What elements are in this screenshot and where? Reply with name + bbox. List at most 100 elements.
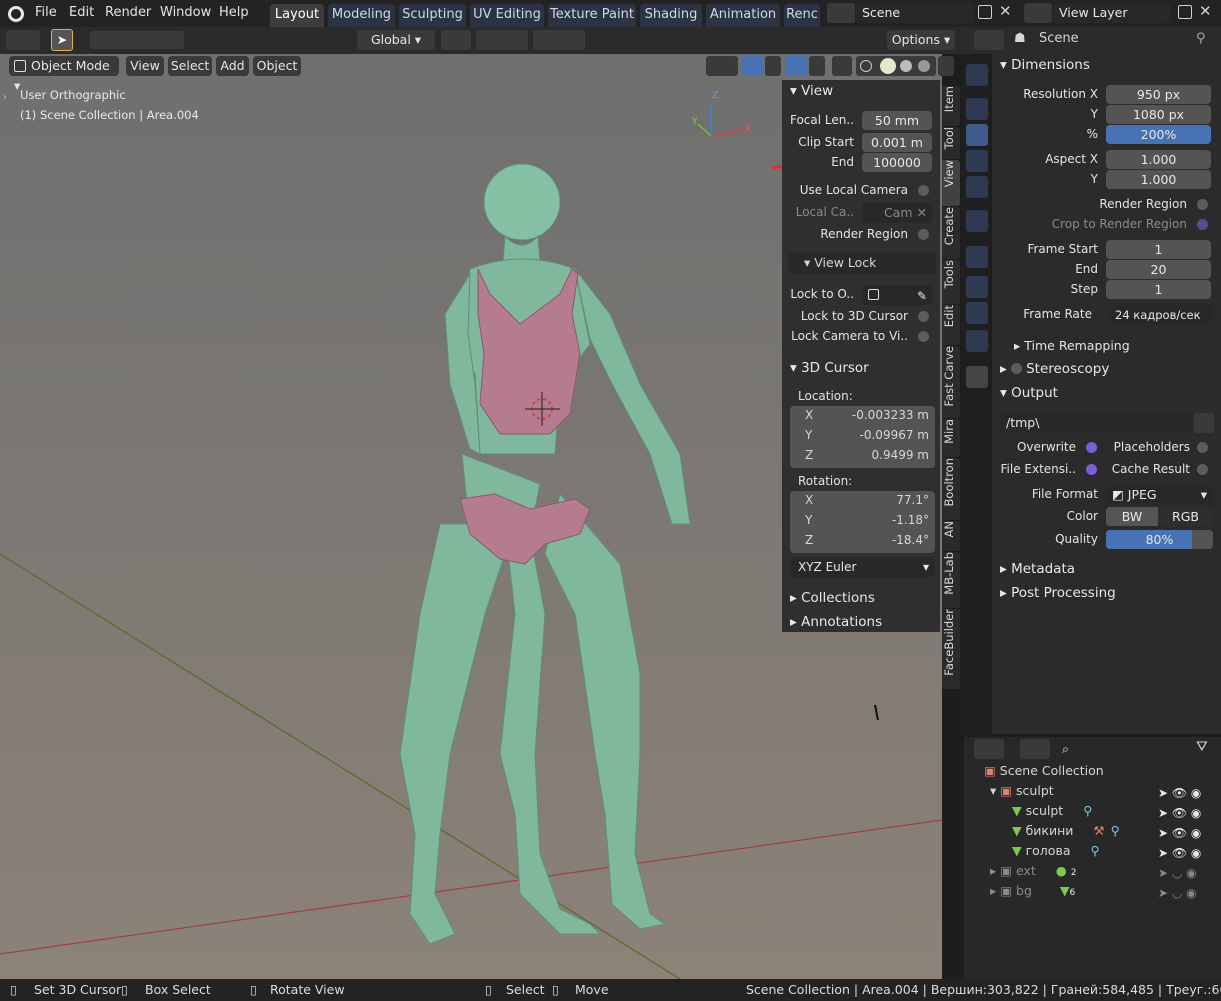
view-layer-icon[interactable] (1024, 3, 1052, 23)
filter-icon[interactable]: ⛛ (1196, 739, 1208, 755)
scene-name-field[interactable]: Scene (856, 3, 974, 23)
metadata-header[interactable]: ▸ Metadata (1000, 558, 1075, 580)
aspect-y-field[interactable]: 1.000 (1106, 170, 1211, 189)
tool-tab-icon[interactable] (966, 64, 988, 86)
color-rgb-button[interactable]: RGB (1158, 507, 1213, 526)
tab-create[interactable]: Create (942, 207, 960, 259)
menu-help[interactable]: Help (219, 0, 249, 27)
lock-to-object-field[interactable]: ✎ (862, 285, 932, 305)
xray-icon[interactable] (832, 56, 852, 76)
stereoscopy-toggle[interactable] (1011, 363, 1023, 374)
tab-booltron[interactable]: Booltron (942, 458, 960, 520)
tab-view[interactable]: View (942, 160, 960, 206)
outliner-root[interactable]: ▣ Scene Collection (984, 761, 1104, 781)
overwrite-toggle[interactable] (1086, 442, 1097, 453)
time-remapping-header[interactable]: ▸ Time Remapping (1014, 338, 1130, 353)
frame-step-field[interactable]: 1 (1106, 280, 1211, 299)
scene-tab-icon[interactable] (966, 176, 988, 198)
pivot-icon[interactable] (441, 30, 471, 50)
local-camera-field[interactable]: Cam ✕ (862, 203, 932, 223)
view-layer-tab-icon[interactable] (966, 150, 988, 172)
menu-window[interactable]: Window (160, 0, 211, 27)
scene-selector-icon[interactable] (827, 3, 855, 23)
close-icon[interactable]: ✕ (999, 2, 1012, 20)
overlay-dropdown-icon[interactable] (809, 56, 825, 76)
overlay-toggle-icon[interactable] (786, 56, 808, 76)
use-local-camera-toggle[interactable] (918, 185, 929, 196)
outliner-row-sculpt-mesh[interactable]: ▼ sculpt ⚲ (1012, 801, 1092, 821)
menu-object[interactable]: Object (253, 56, 301, 76)
menu-add[interactable]: Add (216, 56, 249, 76)
properties-editor-icon[interactable] (974, 30, 1004, 50)
res-pct-field[interactable]: 200% (1106, 125, 1211, 144)
output-header[interactable]: ▾ Output (1000, 382, 1058, 404)
output-tab-icon[interactable] (966, 124, 988, 146)
visibility-icon[interactable] (706, 56, 738, 76)
toolbar-expand-icon[interactable]: › (3, 92, 15, 106)
rot-z-value[interactable]: -18.4° (892, 533, 929, 547)
outliner-row-head[interactable]: ▼ голова ⚲ (1012, 841, 1100, 861)
tab-texture-paint[interactable]: Texture Paint (548, 4, 636, 27)
new-view-layer-icon[interactable] (1178, 5, 1192, 19)
rot-y-value[interactable]: -1.18° (892, 513, 929, 527)
object-tab-icon[interactable] (966, 246, 988, 268)
menu-file[interactable]: File (35, 0, 57, 27)
clip-end-field[interactable]: 100000 (862, 153, 932, 172)
gizmo-dropdown-icon[interactable] (765, 56, 781, 76)
clip-start-field[interactable]: 0.001 m (862, 133, 932, 152)
menu-render[interactable]: Render (105, 0, 151, 27)
view-layer-field[interactable]: View Layer (1053, 3, 1171, 23)
output-path-field[interactable]: /tmp\ (1000, 413, 1192, 433)
gizmo-toggle-icon[interactable] (742, 56, 764, 76)
outliner-editor-icon[interactable] (974, 739, 1004, 759)
menu-view[interactable]: View (126, 56, 164, 76)
folder-icon[interactable] (1194, 413, 1214, 433)
file-format-dropdown[interactable]: ◩ JPEG ▾ (1106, 485, 1213, 505)
pin-icon[interactable]: ⚲ (1196, 31, 1206, 46)
tab-sculpting[interactable]: Sculpting (399, 4, 466, 27)
placeholders-toggle[interactable] (1197, 442, 1208, 453)
render-region-toggle[interactable] (1197, 199, 1208, 210)
tab-uv-editing[interactable]: UV Editing (470, 4, 544, 27)
rotation-fields[interactable]: X 77.1° Y -1.18° Z -18.4° (790, 491, 935, 553)
aspect-x-field[interactable]: 1.000 (1106, 150, 1211, 169)
menu-edit[interactable]: Edit (69, 0, 94, 27)
stereoscopy-header[interactable]: ▸ Stereoscopy (1000, 358, 1109, 380)
shading-mode-icons[interactable] (856, 56, 936, 76)
crop-region-toggle[interactable] (1197, 219, 1208, 230)
rotation-mode-dropdown[interactable]: XYZ Euler ▾ (790, 557, 935, 577)
file-extension-toggle[interactable] (1086, 464, 1097, 475)
frame-start-field[interactable]: 1 (1106, 240, 1211, 259)
view-lock-subpanel[interactable]: ▾ View Lock (788, 252, 936, 274)
view-section-header[interactable]: ▾ View (790, 80, 833, 102)
location-fields[interactable]: X -0.003233 m Y -0.09967 m Z 0.9499 m (790, 406, 935, 468)
loc-y-value[interactable]: -0.09967 m (860, 428, 929, 442)
post-processing-header[interactable]: ▸ Post Processing (1000, 582, 1116, 604)
restrict-columns[interactable]: ➤ 👁 ◉ ➤ 👁 ◉ ➤ 👁 ◉ ➤ 👁 ◉ ➤ ◡ ◉ ➤ ◡ ◉ (1158, 783, 1201, 903)
color-bw-button[interactable]: BW (1106, 507, 1158, 526)
proportional-edit-icon[interactable] (533, 30, 585, 50)
options-dropdown[interactable]: Options ▾ (887, 30, 955, 50)
tab-tool[interactable]: Tool (942, 127, 960, 159)
outliner-row-bikini[interactable]: ▼ бикини ⚒ ⚲ (1012, 821, 1120, 841)
focal-length-field[interactable]: 50 mm (862, 111, 932, 130)
res-y-field[interactable]: 1080 px (1106, 105, 1211, 124)
clear-icon[interactable]: ✕ (917, 205, 927, 220)
frame-rate-dropdown[interactable]: 24 кадров/сек (1110, 305, 1213, 325)
orientation-dropdown[interactable]: Global ▾ (357, 30, 435, 50)
annotations-section-header[interactable]: ▸ Annotations (790, 611, 882, 633)
lock-camera-toggle[interactable] (918, 331, 929, 342)
tab-an[interactable]: AN (942, 521, 960, 551)
frame-end-field[interactable]: 20 (1106, 260, 1211, 279)
selection-mode-icons[interactable] (90, 31, 184, 49)
tab-item[interactable]: Item (942, 86, 960, 126)
close-view-layer-icon[interactable]: ✕ (1199, 2, 1212, 20)
tab-layout[interactable]: Layout (270, 4, 324, 27)
shading-dropdown-icon[interactable] (938, 56, 954, 76)
tab-tools[interactable]: Tools (942, 260, 960, 304)
collections-section-header[interactable]: ▸ Collections (790, 587, 875, 609)
light-tab-icon[interactable] (966, 330, 988, 352)
cursor-section-header[interactable]: ▾ 3D Cursor (790, 357, 869, 379)
outliner-row-ext[interactable]: ▸ ▣ ext ● 2 (990, 861, 1076, 881)
select-tool-icon[interactable]: ➤ (51, 29, 73, 51)
